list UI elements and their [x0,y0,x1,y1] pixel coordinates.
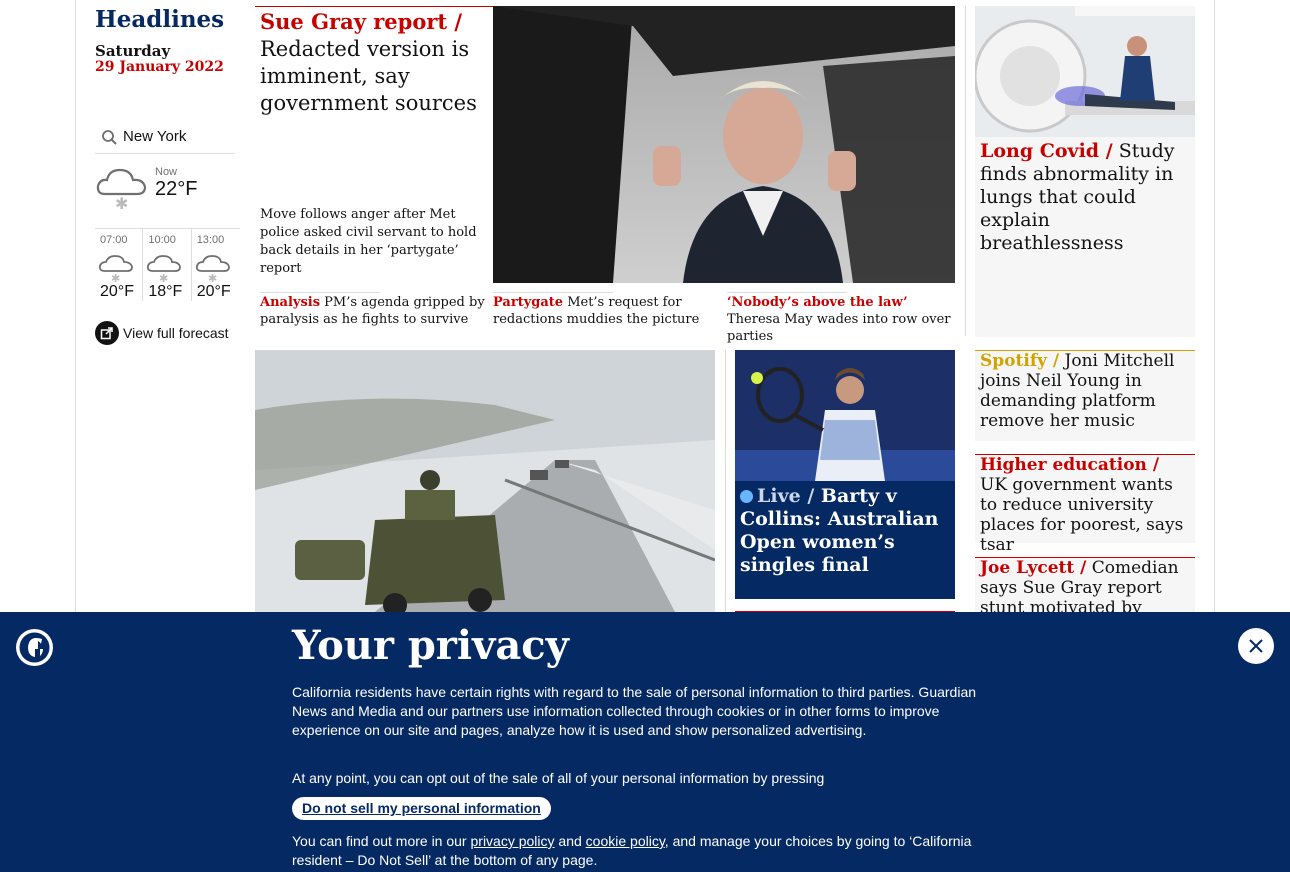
sublink[interactable]: Analysis PM’s agenda gripped by paralysi… [260,294,485,328]
hour-time: 07:00 [100,234,128,246]
view-forecast-link[interactable]: View full forecast [95,321,229,345]
column-divider [965,6,966,336]
lead-image[interactable] [493,6,955,283]
now-label: Now [155,166,178,178]
rule [493,292,613,293]
rule [727,292,847,293]
hourly-item: 10:00 ✱ 18°F [143,229,192,301]
date-label: 29 January 2022 [95,59,224,75]
column-divider [725,350,726,612]
story-card[interactable]: Long Covid / Study finds abnormality in … [975,6,1195,337]
hour-temperature: 20°F [196,283,231,300]
snow-cloud-icon: ✱ [147,255,182,283]
lead-headline-text[interactable]: Redacted version is imminent, say govern… [260,37,477,115]
live-story-card[interactable]: Live / Barty v Collins: Australian Open … [735,350,955,599]
story-image[interactable] [255,350,715,612]
story-headline[interactable]: Spotify / Joni Mitchell joins Neil Young… [980,351,1190,431]
story-card[interactable]: Higher education / UK government wants t… [975,455,1195,555]
svg-text:✱: ✱ [111,272,120,283]
lead-headline[interactable]: Sue Gray report / Redacted version is im… [260,8,490,117]
sublink-kicker[interactable]: ‘Nobody’s above the law’ [727,295,908,310]
sublink-kicker[interactable]: Partygate [493,295,563,310]
close-button[interactable] [1238,628,1274,664]
hour-temperature: 20°F [100,283,134,300]
svg-text:✱: ✱ [208,272,217,283]
privacy-banner: Your privacy California residents have c… [0,612,1290,872]
privacy-opt-out-text: At any point, you can opt out of the sal… [292,770,825,786]
weather-location[interactable]: New York [95,120,235,154]
story-card[interactable]: Spotify / Joni Mitchell joins Neil Young… [975,351,1195,441]
story-kicker[interactable]: Joe Lycett / [980,558,1086,578]
section-title[interactable]: Headlines [95,6,224,33]
external-link-icon [95,321,119,345]
story-card[interactable]: Joe Lycett / Comedian says Sue Gray repo… [975,558,1195,612]
hourly-item: 13:00 ✱ 20°F [192,229,240,301]
snow-cloud-icon: ✱ [96,168,147,212]
and-text: and [558,833,582,849]
live-indicator-icon [740,490,753,503]
lead-standfirst: Move follows anger after Met police aske… [260,207,477,276]
sublink-text[interactable]: Theresa May wades into row over parties [727,312,951,344]
story-kicker[interactable]: Spotify / [980,351,1059,371]
story-text[interactable]: UK government wants to reduce university… [980,475,1183,555]
lead-kicker[interactable]: Sue Gray report / [260,9,462,34]
hour-time: 10:00 [148,234,176,246]
story-kicker[interactable]: Long Covid / [980,140,1113,162]
more-info-text: You can find out more in our [292,833,467,849]
hourly-item: 07:00 ✱ 20°F [95,229,144,301]
svg-text:✱: ✱ [159,272,168,283]
privacy-policy-link[interactable]: privacy policy [471,833,555,849]
live-kicker[interactable]: Live / [757,485,814,507]
forecast-label[interactable]: View full forecast [123,325,229,341]
rule [260,292,380,293]
city-name[interactable]: New York [123,128,186,145]
live-headline[interactable]: Live / Barty v Collins: Australian Open … [740,485,952,577]
guardian-logo-icon [16,629,53,666]
privacy-description: California residents have certain rights… [292,684,977,738]
hour-time: 13:00 [196,234,225,246]
privacy-title: Your privacy [292,622,569,669]
sublink[interactable]: ‘Nobody’s above the law’ Theresa May wad… [727,294,952,345]
hourly-forecast: 07:00 ✱ 20°F 10:00 ✱ 18°F 13:00 ✱ 20°F [95,228,240,301]
now-temperature: 22°F [155,178,198,200]
snow-cloud-icon: ✱ [98,255,133,283]
story-image[interactable] [735,350,955,481]
svg-text:✱: ✱ [115,194,128,212]
do-not-sell-button[interactable]: Do not sell my personal information [292,797,551,820]
day-label: Saturday [95,42,171,60]
hour-temperature: 18°F [148,283,183,300]
search-icon[interactable] [99,126,121,148]
privacy-more-info: You can find out more in our privacy pol… [292,832,1002,870]
cookie-policy-link[interactable]: cookie policy [586,833,665,849]
story-kicker[interactable]: Higher education / [980,455,1159,475]
sublink-kicker[interactable]: Analysis [260,295,320,310]
snow-cloud-icon: ✱ [195,255,230,283]
story-headline[interactable]: Joe Lycett / Comedian says Sue Gray repo… [980,558,1190,612]
sublink[interactable]: Partygate Met’s request for redactions m… [493,294,713,328]
guardian-homepage: Headlines Saturday 29 January 2022 New Y… [0,0,1290,872]
close-icon[interactable] [1238,628,1274,664]
story-headline[interactable]: Higher education / UK government wants t… [980,455,1190,555]
story-image[interactable] [975,6,1195,137]
story-headline[interactable]: Long Covid / Study finds abnormality in … [980,140,1190,255]
current-weather: ✱ Now 22°F [95,164,235,224]
